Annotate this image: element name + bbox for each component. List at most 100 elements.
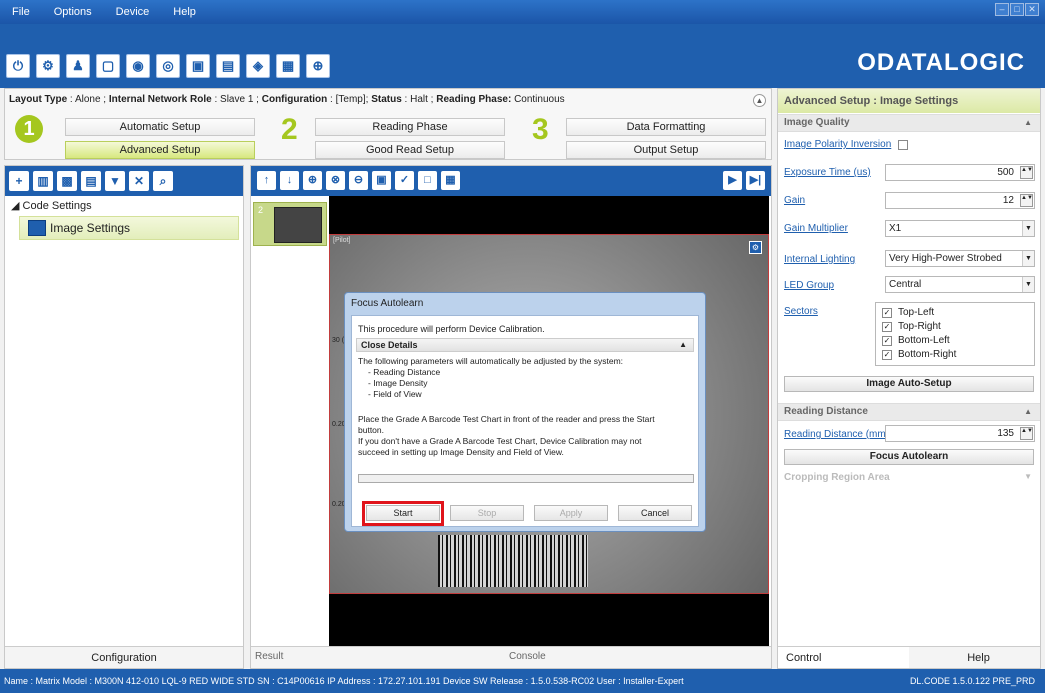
chevron-down-icon: ▼ [1024,472,1032,481]
reading-distance-section[interactable]: Reading Distance ▲ [778,403,1040,421]
collapse-icon: ▲ [1024,118,1032,127]
start-button[interactable]: Start [366,505,440,521]
menu-device[interactable]: Device [116,6,150,18]
reading-distance-label: Reading Distance (mm) [784,429,890,440]
tree-code-settings[interactable]: ◢ Code Settings [5,196,243,215]
dialog-text: button. [358,425,384,435]
device-status-line: Layout Type : Alone ; Internal Network R… [9,94,565,105]
camera-code-icon[interactable]: ▦ [276,54,300,78]
power-icon[interactable]: ⏻ [6,54,30,78]
polarity-inversion-label: Image Polarity Inversion [784,139,892,150]
checkbox-checked-icon: ✓ [882,335,892,346]
result-tab[interactable]: Result [255,651,283,662]
menu-help[interactable]: Help [173,6,196,18]
barcode-image [438,535,588,587]
sector-top-right[interactable]: ✓ Top-Right [882,321,941,332]
internal-lighting-select[interactable]: Very High-Power Strobed ▼ [885,250,1035,267]
thumbnail-strip: 2 [251,196,329,648]
gain-input[interactable]: 12 ▲▼ [885,192,1035,209]
add-code-icon[interactable]: + [9,171,29,191]
sectors-label: Sectors [784,306,818,317]
control-tab[interactable]: Control [778,647,909,668]
camera-list-icon[interactable]: ◈ [246,54,270,78]
gain-spinner-icon[interactable]: ▲▼ [1020,194,1033,207]
zoom-in-icon[interactable]: ⊕ [303,171,322,190]
step-play-icon[interactable]: ▶| [746,171,765,190]
checkbox-checked-icon: ✓ [882,321,892,332]
save-image-icon[interactable]: ▣ [372,171,391,190]
gain-label: Gain [784,195,806,206]
collapse-setup-icon[interactable]: ▲ [753,94,766,107]
search-icon[interactable]: ⌕ [153,171,173,191]
barcode-2d-icon[interactable]: ▩ [57,171,77,191]
image-thumbnail[interactable]: 2 [253,202,327,246]
polarity-inversion-checkbox[interactable] [898,140,908,150]
focus-autolearn-button[interactable]: Focus Autolearn [784,449,1034,465]
setup-panel: Layout Type : Alone ; Internal Network R… [4,88,772,160]
image-toolbar: ↑ ↓ ⊕ ⊗ ⊖ ▣ ✓ □ ▦ ▶ ▶| [251,166,771,196]
user-icon[interactable]: ♟ [66,54,90,78]
console-tab[interactable]: Console [509,651,546,662]
apply-button[interactable]: Apply [534,505,608,521]
checkbox-checked-icon: ✓ [882,307,892,318]
zoom-fit-icon[interactable]: ⊗ [326,171,345,190]
reading-phase-button[interactable]: Reading Phase [315,118,505,136]
tree-expand-icon[interactable]: ◢ [11,200,23,212]
delete-icon[interactable]: ✕ [129,171,149,191]
postal-code-icon[interactable]: ▤ [81,171,101,191]
image-options-icon[interactable]: ⚙ [749,241,762,254]
window-controls: – □ ✕ [995,3,1039,16]
cancel-button[interactable]: Cancel [618,505,692,521]
gear-icon[interactable]: ⚙ [36,54,60,78]
monitor-icon[interactable]: ▣ [186,54,210,78]
upload-icon[interactable]: ↑ [257,171,276,190]
close-details-toggle[interactable]: Close Details ▲ [356,338,694,352]
stop-button[interactable]: Stop [450,505,524,521]
reading-distance-input[interactable]: 135 ▲▼ [885,425,1035,442]
good-read-setup-button[interactable]: Good Read Setup [315,141,505,159]
minimize-button[interactable]: – [995,3,1009,16]
gain-multiplier-select[interactable]: X1 ▼ [885,220,1035,237]
help-tab[interactable]: Help [909,647,1040,668]
distance-spinner-icon[interactable]: ▲▼ [1020,427,1033,440]
configuration-tab[interactable]: Configuration [5,646,243,668]
thumbnail-image [274,207,322,243]
image-quality-section[interactable]: Image Quality ▲ [778,114,1040,132]
cropping-region-section[interactable]: Cropping Region Area ▼ [784,472,1034,483]
automatic-setup-button[interactable]: Automatic Setup [65,118,255,136]
camera-icon[interactable]: ◉ [126,54,150,78]
main-toolbar: ⏻ ⚙ ♟ ▢ ◉ ◎ ▣ ▤ ◈ ▦ ⊕ ODATALOGIC [0,24,1045,88]
filter-icon[interactable]: ▼ [105,171,125,191]
output-setup-button[interactable]: Output Setup [566,141,766,159]
maximize-button[interactable]: □ [1010,3,1024,16]
frame-icon[interactable]: □ [418,171,437,190]
camera-settings-icon[interactable]: ◎ [156,54,180,78]
chevron-down-icon: ▼ [1022,251,1034,266]
exposure-spinner-icon[interactable]: ▲▼ [1020,166,1033,179]
menu-file[interactable]: File [12,6,30,18]
crosshair-icon[interactable]: ⊕ [306,54,330,78]
gain-multiplier-label: Gain Multiplier [784,223,848,234]
close-button[interactable]: ✕ [1025,3,1039,16]
download-icon[interactable]: ↓ [280,171,299,190]
menu-options[interactable]: Options [54,6,92,18]
zoom-out-icon[interactable]: ⊖ [349,171,368,190]
tree-image-settings[interactable]: Image Settings [19,216,239,240]
sector-bottom-left[interactable]: ✓ Bottom-Left [882,335,950,346]
dialog-text: succeed in setting up Image Density and … [358,447,564,457]
barcode-1d-icon[interactable]: ▥ [33,171,53,191]
check-icon[interactable]: ✓ [395,171,414,190]
image-auto-setup-button[interactable]: Image Auto-Setup [784,376,1034,392]
sector-top-left[interactable]: ✓ Top-Left [882,307,934,318]
data-formatting-button[interactable]: Data Formatting [566,118,766,136]
chevron-up-icon: ▲ [679,340,687,349]
grid-icon[interactable]: ▦ [441,171,460,190]
play-icon[interactable]: ▶ [723,171,742,190]
led-group-select[interactable]: Central ▼ [885,276,1035,293]
exposure-time-input[interactable]: 500 ▲▼ [885,164,1035,181]
panel-icon[interactable]: ▢ [96,54,120,78]
sector-bottom-right[interactable]: ✓ Bottom-Right [882,349,956,360]
panel-title: Advanced Setup : Image Settings [778,89,1040,113]
advanced-setup-button[interactable]: Advanced Setup [65,141,255,159]
document-icon[interactable]: ▤ [216,54,240,78]
